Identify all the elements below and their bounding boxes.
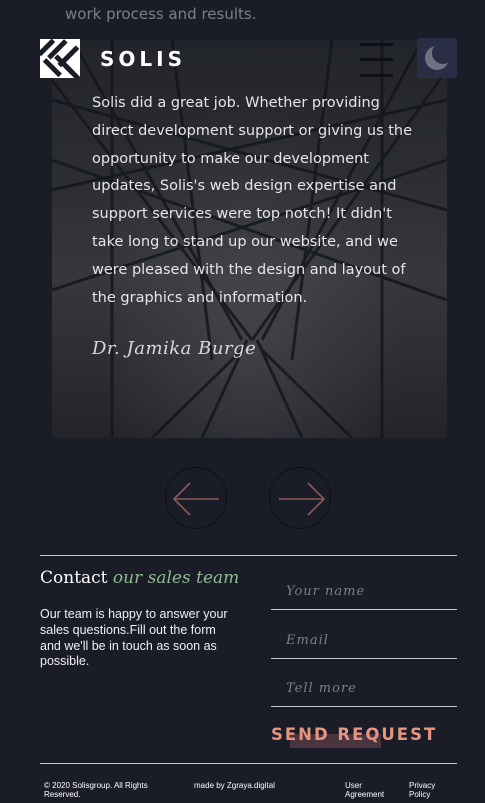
- contact-title: Contact our sales team: [40, 568, 239, 588]
- moon-icon: [425, 42, 454, 70]
- woven-pattern-logo-icon[interactable]: [37, 38, 82, 82]
- contact-title-plain: Contact: [40, 568, 113, 588]
- user-agreement-line-1: User: [345, 781, 362, 790]
- email-field: [271, 619, 457, 659]
- prev-testimonial-button[interactable]: [165, 467, 227, 529]
- message-field: [271, 667, 457, 707]
- copyright-line-2: Reserved.: [44, 790, 81, 799]
- privacy-policy-link[interactable]: Privacy Policy: [409, 781, 435, 799]
- hamburger-menu-icon[interactable]: [360, 43, 393, 77]
- next-testimonial-button[interactable]: [269, 467, 331, 529]
- user-agreement-link[interactable]: User Agreement: [345, 781, 384, 799]
- made-by-link[interactable]: made by Zgraya.digital: [194, 781, 275, 790]
- name-input[interactable]: [286, 584, 446, 599]
- message-input[interactable]: [286, 681, 446, 696]
- email-input[interactable]: [286, 633, 446, 648]
- section-divider: [40, 555, 457, 556]
- privacy-line-1: Privacy: [409, 781, 436, 790]
- arrow-right-icon: [279, 482, 326, 516]
- testimonial-quote: Solis did a great job. Whether providing…: [92, 95, 413, 306]
- user-agreement-line-2: Agreement: [345, 790, 385, 799]
- send-request-button[interactable]: SEND REQUEST: [271, 720, 441, 748]
- theme-toggle-button[interactable]: [417, 38, 457, 78]
- arrow-left-icon: [172, 482, 219, 516]
- send-request-label: SEND REQUEST: [271, 724, 438, 744]
- testimonial-author: Dr. Jamika Burge: [92, 338, 257, 359]
- contact-title-accent: our sales team: [112, 568, 240, 588]
- privacy-line-2: Policy: [409, 790, 431, 799]
- footer-divider: [40, 763, 457, 764]
- contact-description: Our team is happy to answer your sales q…: [40, 607, 228, 669]
- brand-name: SOLIS: [100, 47, 186, 71]
- intro-text: work process and results.: [65, 5, 257, 23]
- testimonial-card: Solis did a great job. Whether providing…: [52, 40, 447, 438]
- copyright-line-1: © 2020 Solisgroup. All Rights: [44, 781, 148, 790]
- copyright: © 2020 Solisgroup. All Rights Reserved.: [44, 781, 148, 799]
- name-field: [271, 570, 457, 610]
